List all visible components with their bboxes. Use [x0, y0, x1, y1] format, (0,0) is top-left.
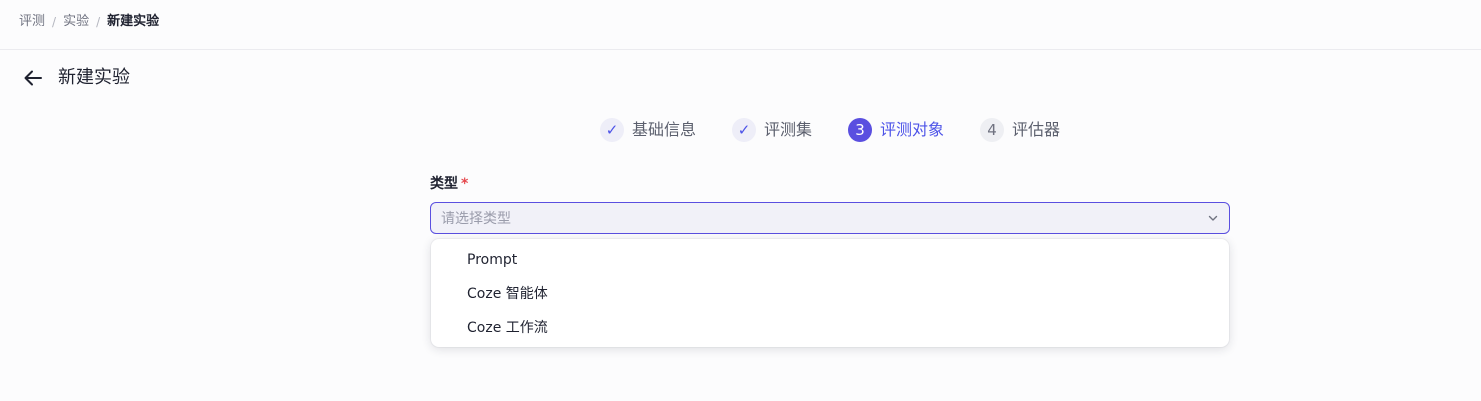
step-number: 4	[980, 118, 1005, 142]
page-title: 新建实验	[58, 67, 130, 88]
step-evaluation-set[interactable]: ✓ 评测集	[732, 118, 812, 142]
check-icon: ✓	[600, 118, 624, 142]
type-label-text: 类型	[430, 176, 458, 192]
arrow-left-icon[interactable]	[22, 67, 44, 89]
required-mark: *	[461, 176, 469, 192]
breadcrumb-item-new-experiment: 新建实验	[107, 14, 160, 29]
type-field-label: 类型 *	[430, 175, 468, 193]
option-coze-workflow[interactable]: Coze 工作流	[431, 316, 1229, 350]
chevron-down-icon	[1208, 215, 1218, 221]
step-basic-info[interactable]: ✓ 基础信息	[600, 118, 696, 142]
type-select[interactable]: 请选择类型	[430, 202, 1230, 234]
step-indicator: ✓ 基础信息 ✓ 评测集 3 评测对象 4 评估器	[600, 118, 1096, 142]
step-label: 评测对象	[880, 120, 945, 139]
page-header: 新建实验	[22, 66, 130, 90]
type-select-placeholder: 请选择类型	[441, 211, 511, 227]
breadcrumb-separator: /	[52, 15, 57, 29]
check-icon: ✓	[732, 118, 757, 142]
step-evaluator[interactable]: 4 评估器	[980, 118, 1060, 142]
step-label: 基础信息	[632, 120, 697, 139]
step-label: 评测集	[764, 120, 813, 139]
step-number: 3	[848, 118, 873, 142]
breadcrumb-separator: /	[96, 15, 101, 29]
option-coze-agent[interactable]: Coze 智能体	[431, 282, 1229, 316]
option-prompt[interactable]: Prompt	[431, 248, 1229, 282]
top-bar: 评测 / 实验 / 新建实验	[0, 0, 1481, 50]
type-dropdown-menu: Prompt Coze 智能体 Coze 工作流	[431, 239, 1229, 347]
breadcrumb-item-evaluation[interactable]: 评测	[19, 14, 45, 30]
step-evaluation-target[interactable]: 3 评测对象	[848, 118, 944, 142]
step-label: 评估器	[1012, 120, 1061, 139]
breadcrumb-item-experiment[interactable]: 实验	[63, 14, 89, 30]
breadcrumb: 评测 / 实验 / 新建实验	[19, 14, 159, 30]
